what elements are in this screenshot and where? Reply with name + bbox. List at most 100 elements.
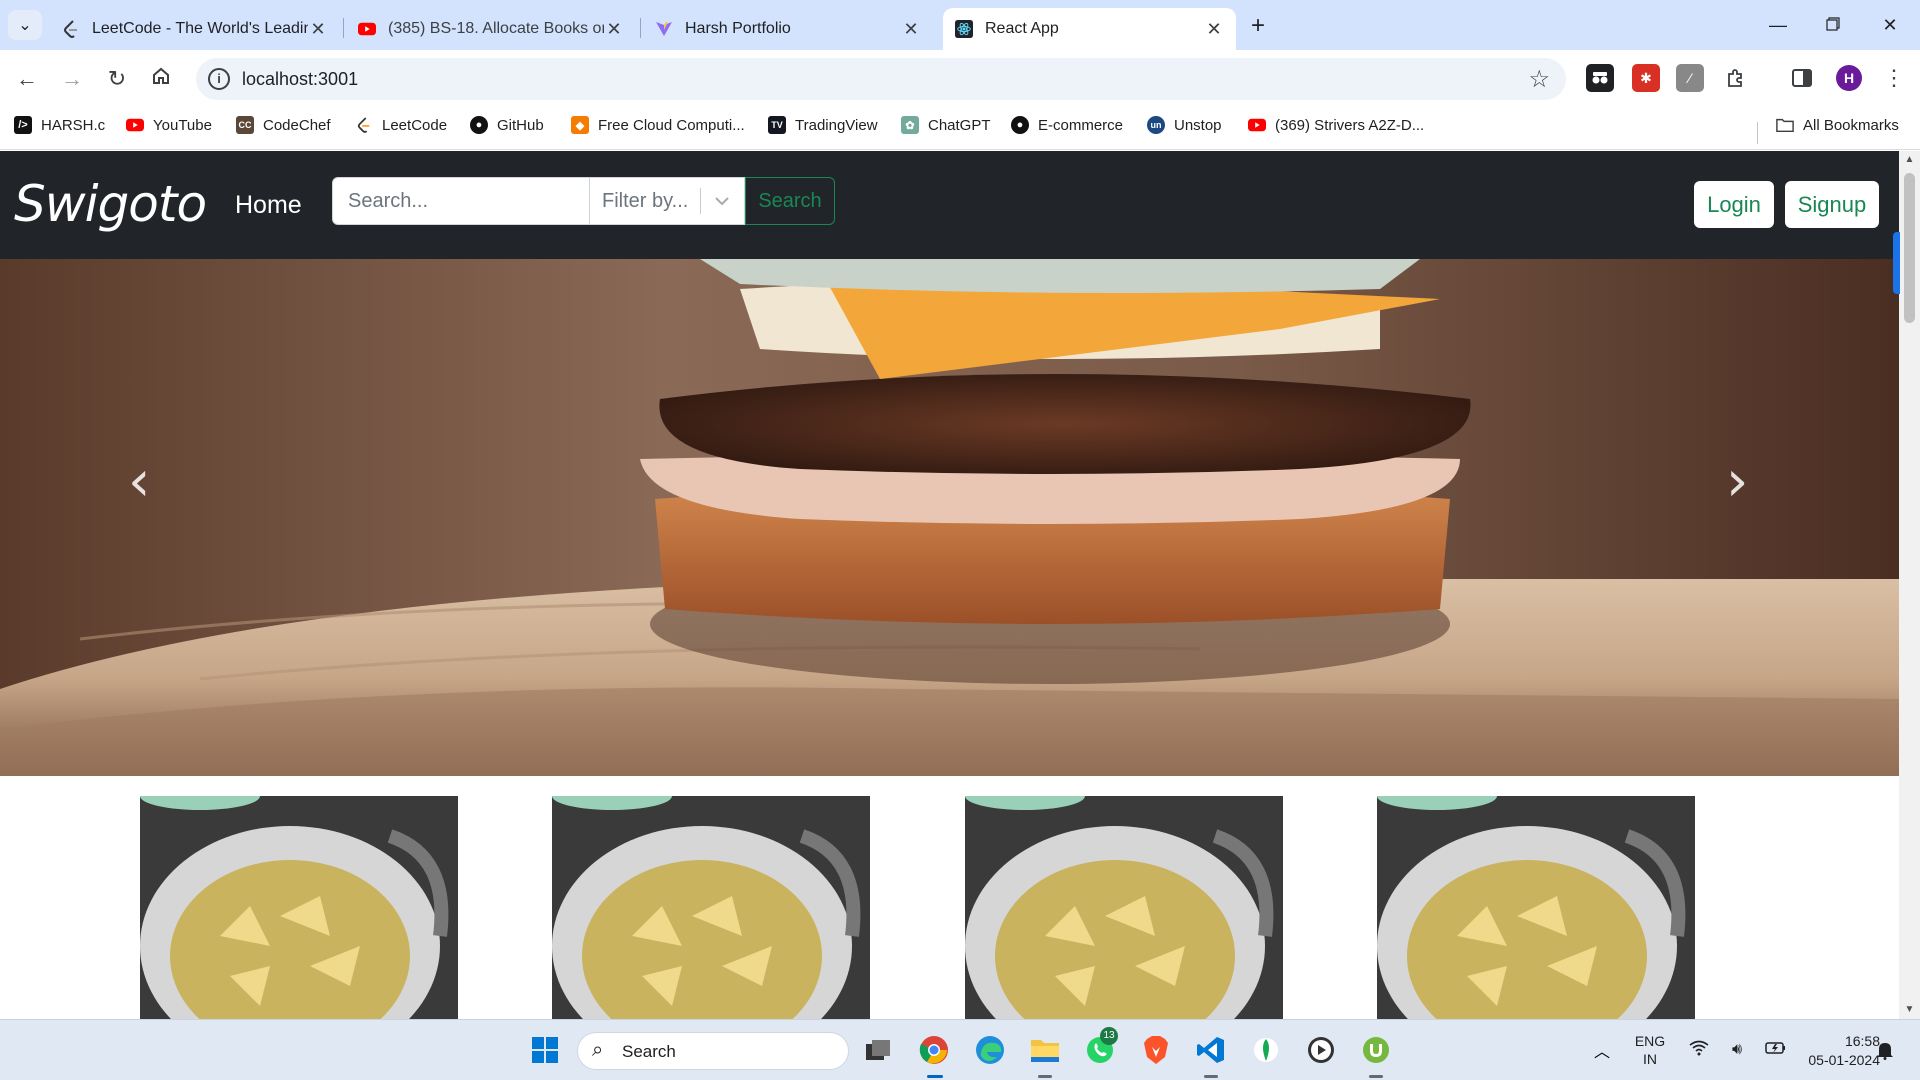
windows-start-icon[interactable] [526,1031,564,1069]
close-tab-icon[interactable]: ✕ [308,19,328,40]
carousel-prev-button[interactable]: ‹ [128,449,150,514]
extension-slash-icon[interactable]: ⁄ [1676,64,1704,92]
browser-tab-react-app[interactable]: React App ✕ [943,8,1236,50]
tab-title: Harsh Portfolio [685,20,791,37]
food-card[interactable] [552,796,870,1019]
minimize-window-button[interactable]: — [1758,10,1798,40]
food-card[interactable] [1377,796,1695,1019]
bookmark-codechef[interactable]: CC CodeChef [236,116,331,134]
wifi-icon [1689,1040,1709,1061]
url-text[interactable]: localhost:3001 [242,69,358,90]
close-window-button[interactable]: ✕ [1870,10,1910,40]
leetcode-icon [62,20,80,38]
bookmark-leetcode[interactable]: LeetCode [355,116,447,134]
forward-button[interactable]: → [55,62,89,96]
browser-tab-leetcode[interactable]: LeetCode - The World's Leading ✕ [50,8,340,50]
bookmark-chatgpt[interactable]: ✿ ChatGPT [901,116,991,134]
mongodb-compass-icon[interactable] [1247,1031,1285,1069]
food-card[interactable] [965,796,1283,1019]
running-app-indicator [1204,1075,1218,1078]
react-icon [955,20,973,38]
extensions-puzzle-icon[interactable] [1721,64,1749,92]
close-tab-icon[interactable]: ✕ [1204,19,1224,40]
login-button[interactable]: Login [1694,181,1774,228]
home-button[interactable] [144,62,178,96]
unstop-icon: un [1147,116,1165,134]
bookmark-label: TradingView [795,116,878,134]
bookmark-label: (369) Strivers A2Z-D... [1275,116,1425,134]
extension-puzzle-game-icon[interactable]: ✱ [1632,64,1660,92]
bookmark-strivers[interactable]: (369) Strivers A2Z-D... [1248,116,1424,134]
restore-window-button[interactable] [1813,10,1853,40]
page-scrollbar[interactable]: ▲ ▼ [1899,151,1920,1019]
side-panel-handle[interactable] [1893,232,1900,294]
close-tab-icon[interactable]: ✕ [901,19,921,40]
bookmark-harsh[interactable]: /> HARSH.c [14,116,105,134]
scrollbar-thumb[interactable] [1904,173,1915,323]
filter-select[interactable]: Filter by... [590,177,745,225]
tradingview-icon: TV [768,116,786,134]
tab-search-menu-button[interactable]: ⌄ [8,10,42,40]
site-info-icon[interactable]: i [208,68,230,90]
windows-taskbar: ⌕ Search 13 ︿ ENG IN 🔊︎ 16:58 05-01-2024 [0,1019,1920,1080]
taskbar-clock[interactable]: 16:58 05-01-2024 [1780,1032,1880,1070]
food-card-grid [0,796,1899,1019]
profile-avatar[interactable]: H [1836,65,1862,91]
browser-tab-youtube[interactable]: (385) BS-18. Allocate Books or B ✕ [346,8,636,50]
select-divider [700,188,701,214]
bookmark-label: ChatGPT [928,116,991,134]
edge-icon[interactable] [971,1031,1009,1069]
bookmark-unstop[interactable]: un Unstop [1147,116,1222,134]
nav-home-link[interactable]: Home [235,191,302,220]
new-tab-button[interactable]: + [1244,12,1272,40]
scroll-down-icon[interactable]: ▼ [1899,1001,1920,1019]
bookmark-star-icon[interactable]: ☆ [1528,65,1550,94]
brand-logo[interactable]: Swigoto [14,175,207,233]
input-language-indicator[interactable]: ENG IN [1628,1032,1672,1068]
close-tab-icon[interactable]: ✕ [604,19,624,40]
side-panel-icon[interactable] [1788,64,1816,92]
bookmark-label: HARSH.c [41,116,106,134]
chrome-icon[interactable] [915,1031,953,1069]
taskbar-search[interactable]: ⌕ Search [577,1032,849,1070]
codechef-icon: CC [236,116,254,134]
address-bar[interactable]: i localhost:3001 ☆ [196,58,1566,100]
back-button[interactable]: ← [10,62,44,96]
search-input[interactable]: Search... [332,177,590,225]
file-explorer-icon[interactable] [1026,1031,1064,1069]
chevron-down-icon[interactable] [714,178,730,243]
food-card[interactable] [140,796,458,1019]
vscode-icon[interactable] [1192,1031,1230,1069]
signup-button[interactable]: Signup [1785,181,1879,228]
vite-icon [655,20,673,38]
bookmark-tradingview[interactable]: TV TradingView [768,116,878,134]
bookmark-label: E-commerce [1038,116,1124,134]
all-bookmarks[interactable]: All Bookmarks [1776,116,1899,134]
reload-button[interactable]: ↻ [100,62,134,96]
scroll-up-icon[interactable]: ▲ [1899,151,1920,169]
food-card-image [552,796,870,1019]
running-app-indicator [1038,1075,1052,1078]
utorrent-icon[interactable] [1357,1031,1395,1069]
notification-bell-icon[interactable] [1866,1031,1904,1069]
brave-icon[interactable] [1137,1031,1175,1069]
media-player-icon[interactable] [1302,1031,1340,1069]
show-hidden-icons-chevron-icon[interactable]: ︿ [1583,1031,1621,1069]
minimize-icon: — [1769,14,1787,35]
clock-time: 16:58 [1844,1033,1880,1049]
search-button[interactable]: Search [745,177,835,225]
browser-menu-icon[interactable]: ⋮ [1880,64,1908,92]
arrow-left-icon: ← [16,66,38,91]
bookmark-youtube[interactable]: YouTube [126,116,212,134]
browser-tab-portfolio[interactable]: Harsh Portfolio ✕ [643,8,933,50]
bookmark-label: LeetCode [382,116,448,134]
carousel-next-button[interactable]: › [1726,449,1748,514]
bookmark-ecommerce[interactable]: ● E-commerce [1011,116,1123,134]
extension-incognito-icon[interactable] [1586,64,1614,92]
chatgpt-icon: ✿ [901,116,919,134]
bookmark-free-cloud[interactable]: ◆ Free Cloud Computi... [571,116,745,134]
app-navbar: Swigoto Home Search... Filter by... Sear… [0,151,1899,259]
bookmark-github[interactable]: ● GitHub [470,116,544,134]
all-bookmarks-label: All Bookmarks [1803,116,1899,134]
task-view-icon[interactable] [859,1031,897,1069]
